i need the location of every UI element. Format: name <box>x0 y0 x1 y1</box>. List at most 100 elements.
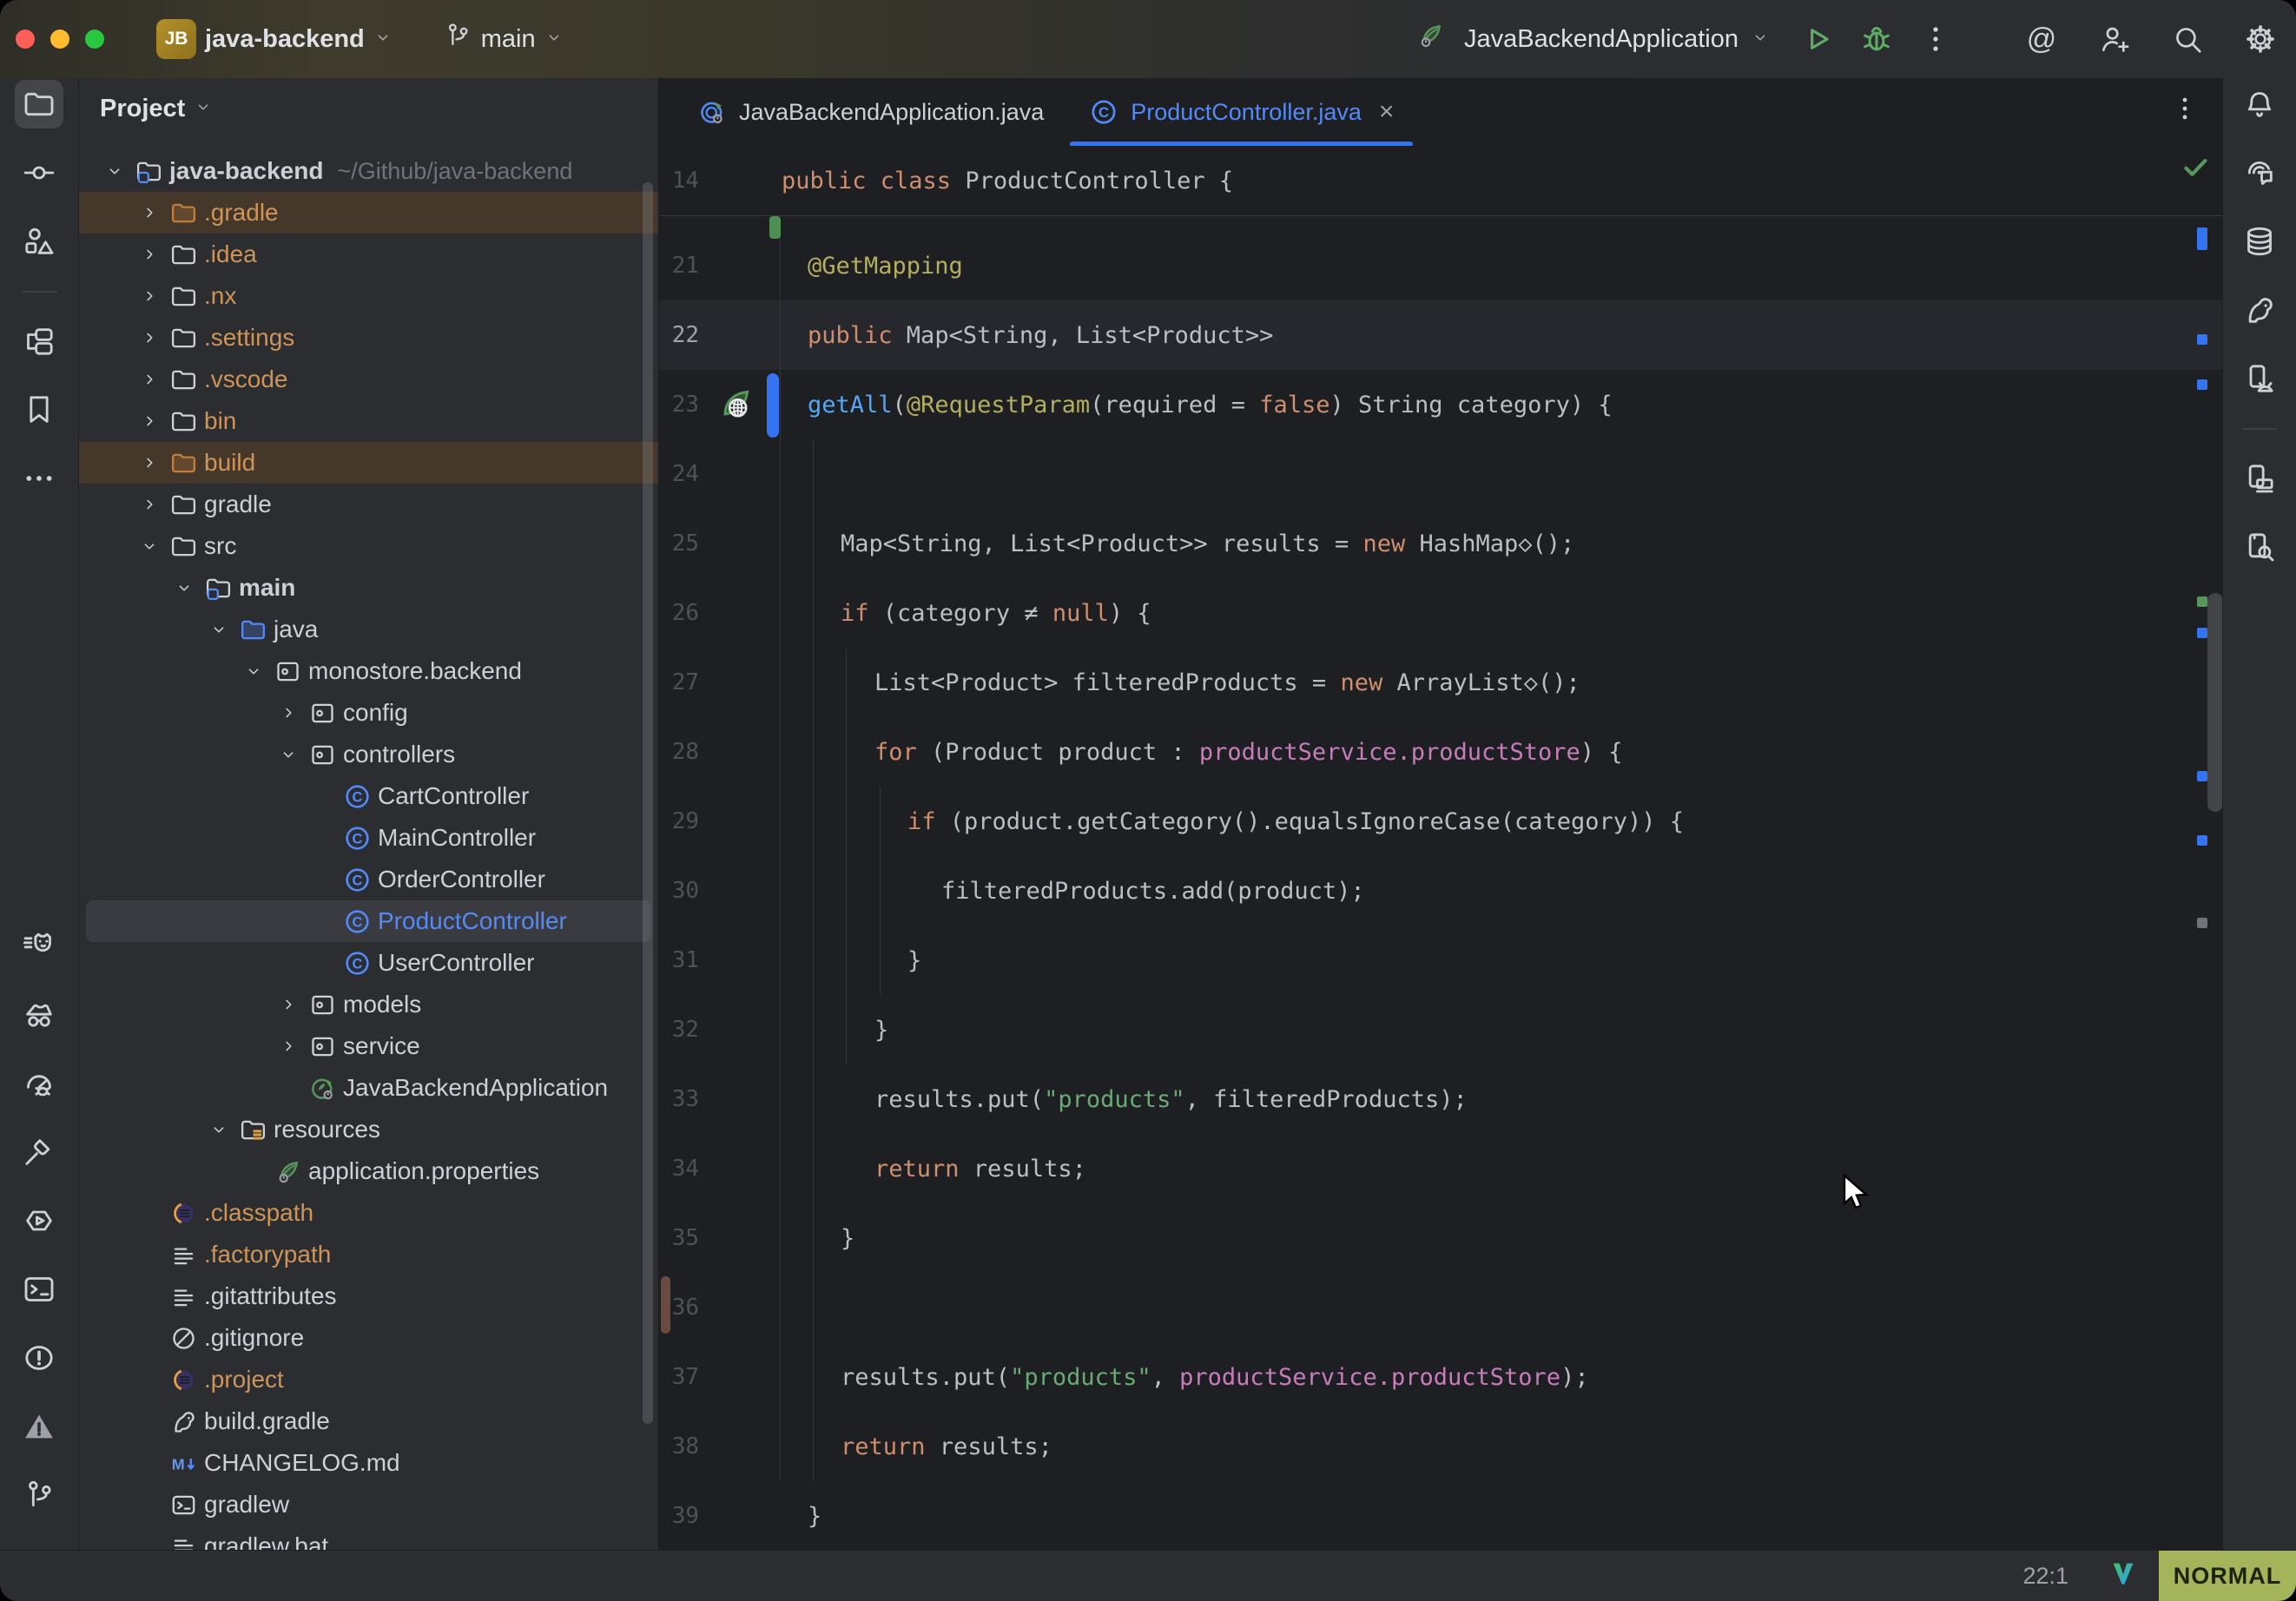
chevron-down-icon[interactable] <box>237 662 270 681</box>
tree-item-cartcontroller[interactable]: CCartController <box>79 775 658 817</box>
vim-mode-icon[interactable] <box>2108 1558 2138 1592</box>
chevron-down-icon[interactable] <box>133 537 166 556</box>
add-user-icon[interactable] <box>2091 16 2138 63</box>
chevron-down-icon[interactable] <box>1751 28 1770 51</box>
line-number[interactable]: 26 <box>659 600 699 626</box>
services-tool[interactable] <box>15 1196 63 1245</box>
tree-item--factorypath[interactable]: .factorypath <box>79 1234 658 1275</box>
profiler-tool[interactable] <box>15 1059 63 1108</box>
line-number[interactable]: 39 <box>659 1503 699 1529</box>
code-line-25[interactable]: 25Map<String, List<Product>> results = n… <box>659 509 2222 578</box>
code-line-26[interactable]: 26if (category ≠ null) { <box>659 578 2222 648</box>
database-tool[interactable] <box>2235 217 2284 266</box>
app-inspection-tool[interactable] <box>2235 523 2284 571</box>
minimize-window-button[interactable] <box>50 30 69 49</box>
code-line-22[interactable]: 22public Map<String, List<Product>> <box>659 300 2222 370</box>
more-run-options-button[interactable] <box>1912 16 1959 63</box>
code-line-31[interactable]: 31} <box>659 926 2222 995</box>
sticky-line[interactable]: 14 public class ProductController { <box>659 146 2222 216</box>
project-widget[interactable]: JB java-backend <box>156 19 393 59</box>
tree-item--settings[interactable]: .settings <box>79 317 658 359</box>
project-tree-scrollbar[interactable] <box>643 182 653 1424</box>
tree-item-javabackendapplication[interactable]: JavaBackendApplication <box>79 1067 658 1109</box>
line-number[interactable]: 23 <box>659 392 699 418</box>
line-number[interactable]: 25 <box>659 530 699 557</box>
tree-item--vscode[interactable]: .vscode <box>79 359 658 400</box>
tree-item-resources[interactable]: resources <box>79 1109 658 1150</box>
chevron-down-icon[interactable] <box>202 1120 235 1139</box>
tree-item-src[interactable]: src <box>79 525 658 567</box>
tree-item-config[interactable]: config <box>79 692 658 734</box>
tree-item-maincontroller[interactable]: CMainController <box>79 817 658 859</box>
line-number[interactable]: 33 <box>659 1086 699 1112</box>
line-number[interactable]: 31 <box>659 947 699 973</box>
tree-item-productcontroller[interactable]: CProductController <box>86 900 651 942</box>
code-line-34[interactable]: 34return results; <box>659 1134 2222 1203</box>
chevron-right-icon[interactable] <box>272 1037 305 1056</box>
analysis-stripe-mark[interactable] <box>2197 334 2207 345</box>
chevron-right-icon[interactable] <box>133 453 166 472</box>
analysis-stripe-mark[interactable] <box>2197 379 2207 390</box>
tree-item-ordercontroller[interactable]: COrderController <box>79 859 658 900</box>
code-line-27[interactable]: 27List<Product> filteredProducts = new A… <box>659 648 2222 717</box>
vcs-change-marker[interactable] <box>769 216 781 239</box>
chevron-down-icon[interactable] <box>202 620 235 639</box>
tree-item-gradlew-bat[interactable]: gradlew.bat <box>79 1525 658 1550</box>
line-number[interactable]: 34 <box>659 1156 699 1182</box>
vcs-tool[interactable] <box>15 1471 63 1519</box>
layout-inspector-tool[interactable] <box>2235 454 2284 503</box>
search-icon[interactable] <box>2164 16 2211 63</box>
speed-cat-tool[interactable] <box>15 922 63 971</box>
debug-button[interactable] <box>1853 16 1900 63</box>
tree-item-build-gradle[interactable]: build.gradle <box>79 1400 658 1442</box>
line-number[interactable]: 29 <box>659 808 699 834</box>
tree-item-main[interactable]: main <box>79 567 658 609</box>
chevron-right-icon[interactable] <box>133 245 166 264</box>
line-number[interactable]: 38 <box>659 1433 699 1459</box>
editor-options-kebab-icon[interactable] <box>2170 94 2200 130</box>
problems-tool[interactable] <box>15 1334 63 1382</box>
notifications-tool[interactable] <box>2235 80 2284 128</box>
warnings-tool[interactable] <box>15 1402 63 1451</box>
branch-widget[interactable]: main <box>443 21 564 57</box>
ai-assistant-tool[interactable] <box>2235 148 2284 197</box>
terminal-tool[interactable] <box>15 1265 63 1314</box>
code-line-21[interactable]: 21@GetMapping <box>659 231 2222 300</box>
line-number[interactable]: 35 <box>659 1225 699 1251</box>
code-line-36[interactable]: 36 <box>659 1273 2222 1342</box>
chevron-right-icon[interactable] <box>133 495 166 514</box>
analysis-stripe-mark[interactable] <box>2197 918 2207 928</box>
code-line-28[interactable]: 28for (Product product : productService.… <box>659 717 2222 787</box>
tree-item-monostore-backend[interactable]: monostore.backend <box>79 650 658 692</box>
endpoint-icon[interactable] <box>699 385 769 424</box>
chevron-down-icon[interactable] <box>98 161 131 181</box>
settings-icon[interactable] <box>2237 16 2284 63</box>
structure-tool[interactable] <box>15 217 63 266</box>
code-line-38[interactable]: 38return results; <box>659 1412 2222 1481</box>
tree-item-changelog-md[interactable]: MCHANGELOG.md <box>79 1442 658 1484</box>
line-number[interactable]: 28 <box>659 739 699 765</box>
analysis-stripe-mark[interactable] <box>2197 628 2207 638</box>
line-number[interactable]: 30 <box>659 878 699 904</box>
inspections-ok-icon[interactable] <box>2181 153 2210 187</box>
chevron-down-icon[interactable] <box>272 745 305 764</box>
bookmarks-tool[interactable] <box>15 385 63 434</box>
analysis-stripe-mark[interactable] <box>2197 227 2207 250</box>
chevron-right-icon[interactable] <box>272 703 305 722</box>
caret-position[interactable]: 22:1 <box>2022 1563 2068 1590</box>
tree-item-gradle[interactable]: gradle <box>79 484 658 525</box>
line-number[interactable]: 21 <box>659 253 699 279</box>
analysis-stripe-mark[interactable] <box>2197 835 2207 846</box>
code-line-30[interactable]: 30filteredProducts.add(product); <box>659 856 2222 926</box>
line-number[interactable]: 27 <box>659 669 699 695</box>
more-tools[interactable] <box>15 454 63 503</box>
tree-item-application-properties[interactable]: application.properties <box>79 1150 658 1192</box>
code-line-32[interactable]: 32} <box>659 995 2222 1064</box>
tree-item--gitignore[interactable]: .gitignore <box>79 1317 658 1359</box>
tree-item--project[interactable]: .project <box>79 1359 658 1400</box>
tree-item-java[interactable]: java <box>79 609 658 650</box>
tree-item-build[interactable]: build <box>79 442 658 484</box>
code-line-33[interactable]: 33results.put("products", filteredProduc… <box>659 1064 2222 1134</box>
chevron-right-icon[interactable] <box>272 995 305 1014</box>
chevron-right-icon[interactable] <box>133 328 166 347</box>
